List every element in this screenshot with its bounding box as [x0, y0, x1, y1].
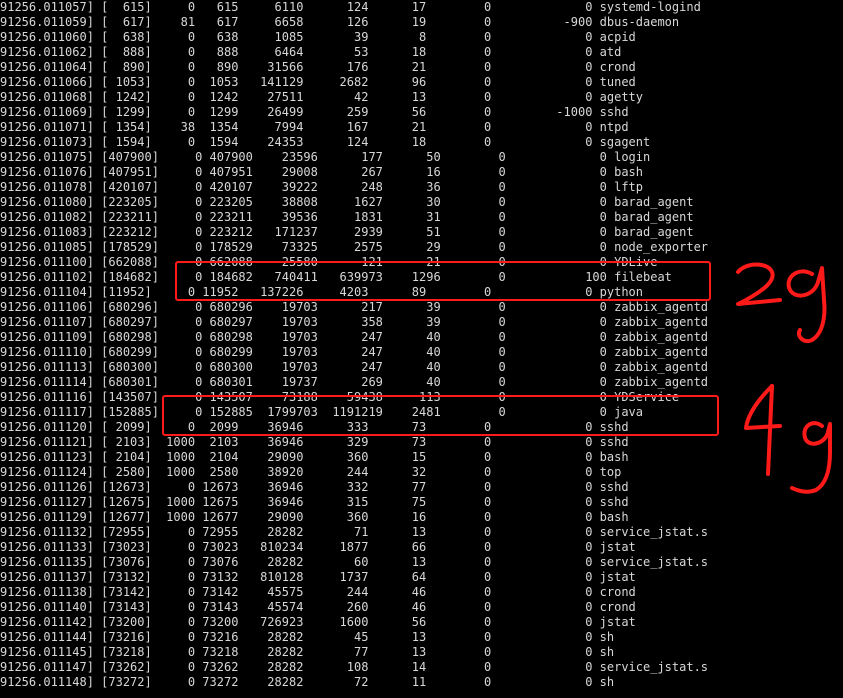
log-line: 91256.011144] [73216] 0 73216 28282 45 1… [0, 630, 615, 644]
log-line: 91256.011137] [73132] 0 73132 810128 173… [0, 570, 636, 584]
log-line: 91256.011068] [ 1242] 0 1242 27511 42 13… [0, 90, 643, 104]
log-lines: 91256.011057] [ 615] 0 615 6110 124 17 0… [0, 0, 708, 690]
log-line: 91256.011140] [73143] 0 73143 45574 260 … [0, 600, 636, 614]
log-line: 91256.011078] [420107] 0 420107 39222 24… [0, 180, 643, 194]
log-line: 91256.011100] [662088] 0 662088 25580 12… [0, 255, 658, 269]
log-line: 91256.011109] [680298] 0 680298 19703 24… [0, 330, 709, 344]
handwritten-2g [736, 262, 827, 343]
log-line: 91256.011066] [ 1053] 0 1053 141129 2682… [0, 75, 636, 89]
log-line: 91256.011120] [ 2099] 0 2099 36946 333 7… [0, 420, 629, 434]
log-line: 91256.011135] [73076] 0 73076 28282 60 1… [0, 555, 709, 569]
log-line: 91256.011076] [407951] 0 407951 29008 26… [0, 165, 643, 179]
log-line: 91256.011117] [152885] 0 152885 1799703 … [0, 405, 643, 419]
log-line: 91256.011145] [73218] 0 73218 28282 77 1… [0, 645, 615, 659]
log-line: 91256.011107] [680297] 0 680297 19703 35… [0, 315, 709, 329]
log-line: 91256.011124] [ 2580] 1000 2580 38920 24… [0, 465, 622, 479]
log-line: 91256.011062] [ 888] 0 888 6464 53 18 0 … [0, 45, 622, 59]
log-line: 91256.011082] [223211] 0 223211 39536 18… [0, 210, 694, 224]
log-line: 91256.011071] [ 1354] 38 1354 7994 167 2… [0, 120, 629, 134]
log-line: 91256.011057] [ 615] 0 615 6110 124 17 0… [0, 0, 701, 14]
log-line: 91256.011132] [72955] 0 72955 28282 71 1… [0, 525, 709, 539]
log-line: 91256.011083] [223212] 0 223212 171237 2… [0, 225, 694, 239]
log-line: 91256.011116] [143507] 0 143507 73188 59… [0, 390, 680, 404]
log-line: 91256.011102] [184682] 0 184682 740411 6… [0, 270, 672, 284]
terminal-window[interactable]: 91256.011057] [ 615] 0 615 6110 124 17 0… [0, 0, 843, 698]
log-line: 91256.011110] [680299] 0 680299 19703 24… [0, 345, 709, 359]
log-line: 91256.011085] [178529] 0 178529 73325 25… [0, 240, 709, 254]
log-line: 91256.011106] [680296] 0 680296 19703 21… [0, 300, 709, 314]
log-line: 91256.011059] [ 617] 81 617 6658 126 19 … [0, 15, 680, 29]
log-line: 91256.011080] [223205] 0 223205 38808 16… [0, 195, 694, 209]
log-line: 91256.011126] [12673] 0 12673 36946 332 … [0, 480, 629, 494]
log-line: 91256.011133] [73023] 0 73023 810234 187… [0, 540, 636, 554]
log-line: 91256.011075] [407900] 0 407900 23596 17… [0, 150, 651, 164]
log-line: 91256.011123] [ 2104] 1000 2104 29090 36… [0, 450, 629, 464]
log-line: 91256.011127] [12675] 1000 12675 36946 3… [0, 495, 629, 509]
log-line: 91256.011121] [ 2103] 1000 2103 36946 32… [0, 435, 629, 449]
log-line: 91256.011113] [680300] 0 680300 19703 24… [0, 360, 709, 374]
log-line: 91256.011069] [ 1299] 0 1299 26499 259 5… [0, 105, 629, 119]
log-line: 91256.011129] [12677] 1000 12677 29090 3… [0, 510, 629, 524]
log-line: 91256.011104] [11952] 0 11952 137226 420… [0, 285, 643, 299]
log-line: 91256.011060] [ 638] 0 638 1085 39 8 0 0… [0, 30, 636, 44]
log-line: 91256.011138] [73142] 0 73142 45575 244 … [0, 585, 636, 599]
handwritten-4g [744, 384, 832, 494]
log-line: 91256.011064] [ 890] 0 890 31566 176 21 … [0, 60, 636, 74]
log-line: 91256.011073] [ 1594] 0 1594 24353 124 1… [0, 135, 651, 149]
log-line: 91256.011114] [680301] 0 680301 19737 26… [0, 375, 709, 389]
log-line: 91256.011147] [73262] 0 73262 28282 108 … [0, 660, 709, 674]
log-line: 91256.011148] [73272] 0 73272 28282 72 1… [0, 675, 615, 689]
log-line: 91256.011142] [73200] 0 73200 726923 160… [0, 615, 636, 629]
